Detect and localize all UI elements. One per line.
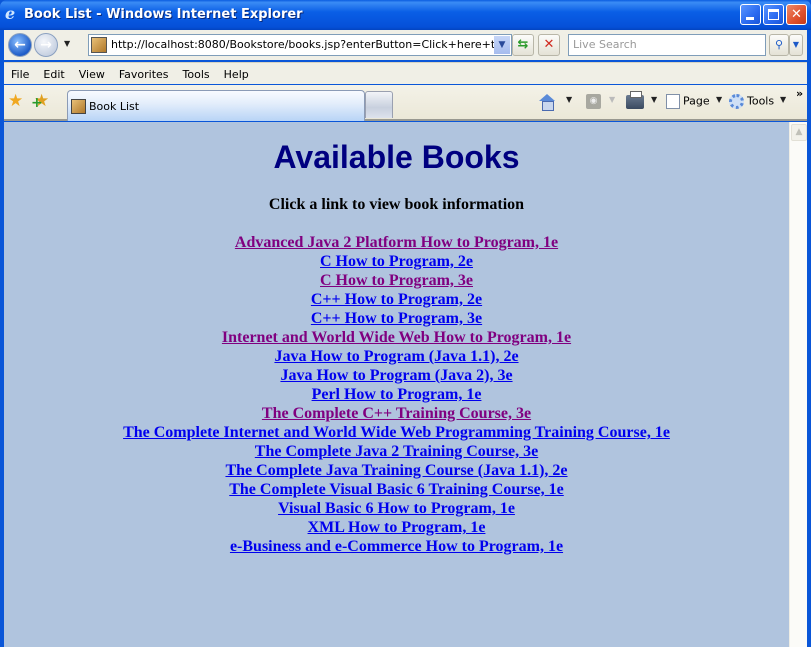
ie-logo-icon: e bbox=[5, 4, 16, 23]
address-dropdown-button[interactable]: ▼ bbox=[494, 36, 510, 54]
scroll-up-button[interactable]: ▲ bbox=[791, 124, 807, 141]
book-list: Advanced Java 2 Platform How to Program,… bbox=[4, 233, 789, 556]
page-favicon-icon bbox=[91, 37, 107, 53]
new-tab-button[interactable] bbox=[365, 91, 393, 118]
page-icon bbox=[666, 94, 680, 109]
search-button[interactable]: ⚲ bbox=[769, 34, 789, 56]
back-button[interactable]: ← bbox=[8, 33, 32, 57]
book-link[interactable]: Advanced Java 2 Platform How to Program,… bbox=[4, 233, 789, 252]
title-bar[interactable]: e Book List - Windows Internet Explorer … bbox=[0, 0, 811, 30]
address-bar[interactable]: http://localhost:8080/Bookstore/books.js… bbox=[88, 34, 512, 56]
tab-bar: ★ ★ Book List ▼ ◉ ▼ ▼ Page ▼ Tools ▼ » bbox=[4, 85, 807, 121]
favorites-center-star-icon[interactable]: ★ bbox=[8, 93, 23, 110]
search-input[interactable]: Live Search bbox=[568, 34, 766, 56]
book-link[interactable]: The Complete Java Training Course (Java … bbox=[4, 461, 789, 480]
forward-button[interactable]: → bbox=[34, 33, 58, 57]
address-url[interactable]: http://localhost:8080/Bookstore/books.js… bbox=[111, 35, 495, 55]
refresh-button[interactable]: ⇆ bbox=[512, 34, 534, 56]
book-link[interactable]: Visual Basic 6 How to Program, 1e bbox=[4, 499, 789, 518]
tab-book-list[interactable]: Book List bbox=[67, 90, 365, 121]
book-link[interactable]: The Complete Internet and World Wide Web… bbox=[4, 423, 789, 442]
page-dropdown[interactable]: ▼ bbox=[716, 95, 722, 104]
menu-edit[interactable]: Edit bbox=[36, 64, 71, 86]
gear-icon bbox=[729, 94, 744, 109]
menu-help[interactable]: Help bbox=[217, 64, 256, 86]
page-menu-button[interactable]: Page bbox=[666, 94, 710, 109]
menu-bar: File Edit View Favorites Tools Help bbox=[4, 62, 807, 84]
page-menu-label: Page bbox=[683, 94, 710, 108]
print-icon[interactable] bbox=[626, 91, 644, 109]
window-title: Book List - Windows Internet Explorer bbox=[24, 7, 303, 22]
search-options-button[interactable]: ▼ bbox=[789, 34, 803, 56]
add-to-favorites-icon[interactable]: ★ bbox=[31, 93, 49, 113]
feeds-dropdown[interactable]: ▼ bbox=[609, 95, 615, 104]
recent-pages-dropdown[interactable]: ▼ bbox=[64, 39, 70, 48]
book-link[interactable]: Java How to Program (Java 1.1), 2e bbox=[4, 347, 789, 366]
book-link[interactable]: XML How to Program, 1e bbox=[4, 518, 789, 537]
minimize-button[interactable] bbox=[740, 4, 761, 25]
menu-view[interactable]: View bbox=[72, 64, 112, 86]
book-link[interactable]: C++ How to Program, 3e bbox=[4, 309, 789, 328]
menu-file[interactable]: File bbox=[4, 64, 36, 86]
vertical-scrollbar[interactable]: ▲ bbox=[789, 122, 807, 647]
print-dropdown[interactable]: ▼ bbox=[651, 95, 657, 104]
home-dropdown[interactable]: ▼ bbox=[566, 95, 572, 104]
more-commands-chevron-icon[interactable]: » bbox=[796, 87, 803, 100]
maximize-button[interactable] bbox=[763, 4, 784, 25]
book-link[interactable]: The Complete Java 2 Training Course, 3e bbox=[4, 442, 789, 461]
tools-menu-label: Tools bbox=[747, 94, 775, 108]
book-link[interactable]: Perl How to Program, 1e bbox=[4, 385, 789, 404]
home-icon[interactable] bbox=[538, 94, 556, 111]
book-link[interactable]: C How to Program, 2e bbox=[4, 252, 789, 271]
page-heading: Available Books bbox=[273, 139, 520, 175]
menu-tools[interactable]: Tools bbox=[176, 64, 217, 86]
book-link[interactable]: The Complete Visual Basic 6 Training Cou… bbox=[4, 480, 789, 499]
tab-label: Book List bbox=[89, 100, 140, 113]
menu-favorites[interactable]: Favorites bbox=[112, 64, 176, 86]
page-subtitle: Click a link to view book information bbox=[268, 196, 525, 213]
book-link[interactable]: C++ How to Program, 2e bbox=[4, 290, 789, 309]
feeds-icon[interactable]: ◉ bbox=[586, 94, 601, 109]
page-content: Available Books Click a link to view boo… bbox=[4, 122, 789, 647]
book-link[interactable]: The Complete C++ Training Course, 3e bbox=[4, 404, 789, 423]
close-button[interactable]: ✕ bbox=[786, 4, 807, 25]
navigation-bar: ← → ▼ http://localhost:8080/Bookstore/bo… bbox=[4, 30, 807, 60]
tools-dropdown[interactable]: ▼ bbox=[780, 95, 786, 104]
tools-menu-button[interactable]: Tools bbox=[729, 94, 774, 109]
book-link[interactable]: e-Business and e-Commerce How to Program… bbox=[4, 537, 789, 556]
book-link[interactable]: Internet and World Wide Web How to Progr… bbox=[4, 328, 789, 347]
tab-favicon-icon bbox=[71, 99, 86, 114]
stop-button[interactable]: ✕ bbox=[538, 34, 560, 56]
book-link[interactable]: Java How to Program (Java 2), 3e bbox=[4, 366, 789, 385]
book-link[interactable]: C How to Program, 3e bbox=[4, 271, 789, 290]
